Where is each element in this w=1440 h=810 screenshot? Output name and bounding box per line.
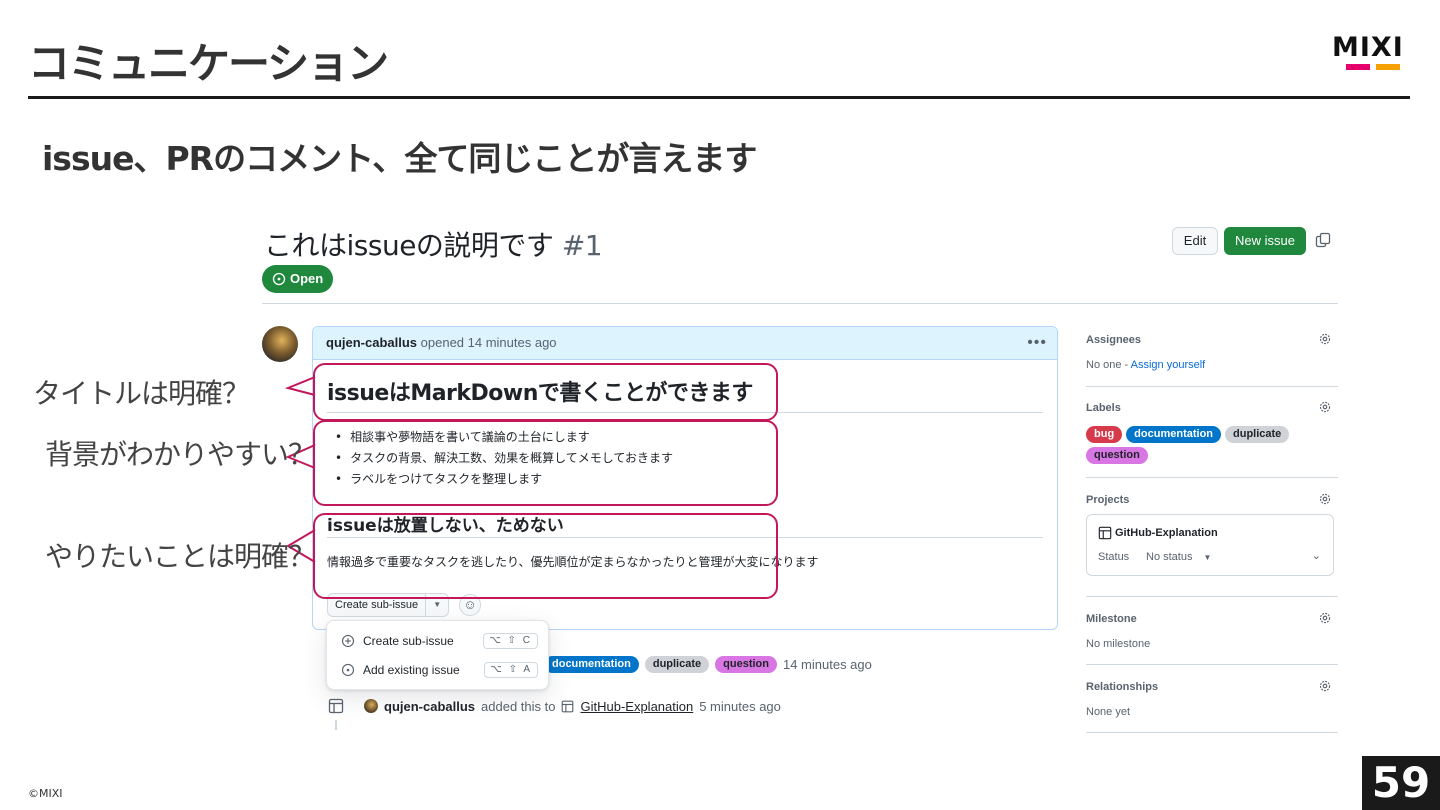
issue-title-text: これはissueの説明です bbox=[264, 229, 554, 262]
event-time: 14 minutes ago bbox=[782, 657, 872, 672]
sidebar-heading: Labels bbox=[1086, 402, 1121, 414]
header-divider bbox=[262, 303, 1338, 304]
menu-item-label: Add existing issue bbox=[363, 663, 460, 677]
more-options-icon[interactable]: ••• bbox=[1027, 327, 1047, 359]
timeline-label-event: documentation duplicate question 14 minu… bbox=[544, 656, 872, 673]
annotation-box-intent bbox=[313, 513, 778, 599]
sidebar-heading: Relationships bbox=[1086, 681, 1159, 693]
copyright: ©MIXI bbox=[28, 787, 63, 800]
page-number: 59 bbox=[1362, 756, 1440, 810]
chevron-down-icon[interactable]: ⌄ bbox=[1312, 549, 1321, 562]
sidebar-heading: Milestone bbox=[1086, 613, 1137, 625]
issue-open-icon bbox=[341, 663, 355, 677]
label-documentation[interactable]: documentation bbox=[544, 656, 639, 673]
mixi-logo: MIXI bbox=[1332, 34, 1410, 74]
gear-icon[interactable] bbox=[1318, 679, 1332, 693]
menu-item-label: Create sub-issue bbox=[363, 634, 454, 648]
project-card[interactable]: GitHub-Explanation Status No status ▼ ⌄ bbox=[1086, 514, 1334, 576]
annotation-intent-check: やりたいことは明確？ bbox=[45, 540, 316, 573]
assignees-none-text: No one - bbox=[1086, 359, 1131, 371]
sidebar-heading: Projects bbox=[1086, 494, 1130, 506]
annotation-background-check: 背景がわかりやすい？ bbox=[45, 438, 316, 471]
menu-item-add-existing-issue[interactable]: Add existing issue ⌥ ⇧ A bbox=[327, 656, 550, 684]
edit-button[interactable]: Edit bbox=[1172, 227, 1218, 255]
project-name[interactable]: GitHub-Explanation bbox=[1115, 527, 1218, 539]
timeline-project-event: qujen-caballus added this to GitHub-Expl… bbox=[328, 698, 781, 714]
label-question[interactable]: question bbox=[1086, 447, 1148, 464]
label-list: bug documentation duplicate question bbox=[1086, 426, 1316, 464]
sidebar-milestone: Milestone No milestone bbox=[1086, 611, 1338, 665]
project-link[interactable]: GitHub-Explanation bbox=[580, 699, 693, 714]
label-question[interactable]: question bbox=[715, 656, 777, 673]
gear-icon[interactable] bbox=[1318, 400, 1332, 414]
project-table-icon bbox=[1098, 526, 1112, 540]
sidebar-heading: Assignees bbox=[1086, 334, 1142, 346]
project-status-label: Status bbox=[1098, 551, 1130, 563]
sub-issue-menu: Create sub-issue ⌥ ⇧ C Add existing issu… bbox=[326, 620, 549, 690]
gear-icon[interactable] bbox=[1318, 492, 1332, 506]
milestone-value: No milestone bbox=[1086, 638, 1151, 650]
label-duplicate[interactable]: duplicate bbox=[644, 656, 710, 673]
logo-bar-orange bbox=[1376, 64, 1400, 70]
keyboard-shortcut: ⌥ ⇧ C bbox=[483, 633, 538, 649]
comment-header: qujen-caballus opened 14 minutes ago ••• bbox=[313, 327, 1057, 360]
issue-number: #1 bbox=[561, 229, 603, 262]
plus-circle-icon bbox=[341, 634, 355, 648]
logo-bars bbox=[1346, 64, 1410, 70]
sidebar-assignees: Assignees No one - Assign yourself bbox=[1086, 332, 1338, 387]
gear-icon[interactable] bbox=[1318, 611, 1332, 625]
label-duplicate[interactable]: duplicate bbox=[1225, 426, 1290, 443]
relationships-value: None yet bbox=[1086, 706, 1131, 718]
copy-icon[interactable] bbox=[1315, 232, 1331, 248]
open-state-badge: Open bbox=[262, 265, 334, 293]
annotation-title-check: タイトルは明確？ bbox=[33, 377, 250, 410]
menu-item-create-sub-issue[interactable]: Create sub-issue ⌥ ⇧ C bbox=[327, 627, 550, 655]
label-documentation[interactable]: documentation bbox=[1126, 426, 1222, 443]
sidebar-relationships: Relationships None yet bbox=[1086, 679, 1338, 733]
assignees-value: No one - Assign yourself bbox=[1086, 359, 1205, 371]
author-avatar[interactable] bbox=[262, 326, 298, 362]
issue-title: これはissueの説明です #1 bbox=[264, 224, 603, 264]
slide-subtitle: issue、PRのコメント、全て同じことが言えます bbox=[42, 139, 757, 178]
project-status-value: No status bbox=[1146, 551, 1193, 563]
logo-text: MIXI bbox=[1332, 32, 1404, 63]
project-table-icon bbox=[328, 698, 344, 714]
timeline-connector bbox=[335, 720, 337, 730]
new-issue-button[interactable]: New issue bbox=[1224, 227, 1306, 255]
event-action: added this to bbox=[481, 698, 556, 714]
comment-meta: opened 14 minutes ago bbox=[420, 335, 557, 350]
project-status-select[interactable]: No status ▼ bbox=[1146, 551, 1211, 563]
caret-down-icon: ▼ bbox=[1203, 553, 1212, 562]
author-avatar-small[interactable] bbox=[364, 699, 378, 713]
title-divider bbox=[28, 96, 1410, 99]
keyboard-shortcut: ⌥ ⇧ A bbox=[484, 662, 538, 678]
event-time: 5 minutes ago bbox=[699, 698, 781, 714]
event-author[interactable]: qujen-caballus bbox=[384, 699, 475, 714]
state-label: Open bbox=[290, 271, 324, 286]
gear-icon[interactable] bbox=[1318, 332, 1332, 346]
issue-open-icon bbox=[272, 272, 286, 286]
label-bug[interactable]: bug bbox=[1086, 426, 1123, 443]
assign-yourself-link[interactable]: Assign yourself bbox=[1131, 359, 1206, 371]
annotation-box-title bbox=[313, 363, 778, 421]
comment-author[interactable]: qujen-caballus bbox=[326, 335, 417, 350]
annotation-box-background bbox=[313, 420, 778, 506]
slide-title: コミュニケーション bbox=[28, 39, 389, 88]
project-table-icon bbox=[562, 700, 574, 712]
sidebar-projects: Projects GitHub-Explanation Status No st… bbox=[1086, 492, 1338, 597]
sidebar-labels: Labels bug documentation duplicate quest… bbox=[1086, 400, 1338, 478]
logo-bar-pink bbox=[1346, 64, 1370, 70]
